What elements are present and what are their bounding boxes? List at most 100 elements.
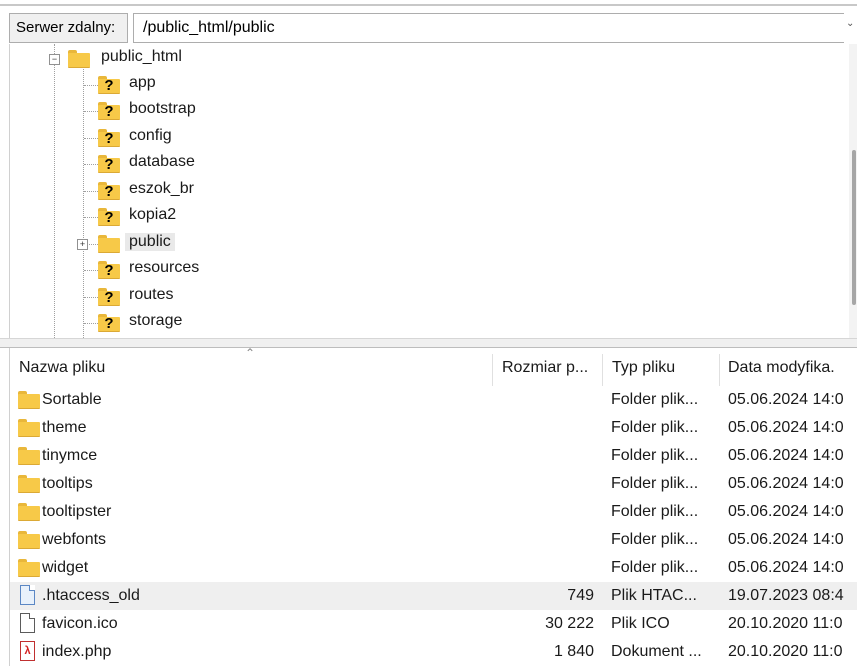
file-type: Folder plik... xyxy=(611,531,699,548)
file-date: 05.06.2024 14:0 xyxy=(728,475,844,492)
unknown-folder-icon: ? xyxy=(98,288,120,306)
file-size: 1 840 xyxy=(553,643,594,660)
file-date: 05.06.2024 14:0 xyxy=(728,503,844,520)
tree-item-database[interactable]: ? database xyxy=(10,151,610,177)
folder-icon xyxy=(18,475,40,493)
file-type: Dokument ... xyxy=(611,643,702,660)
tree-item-label: storage xyxy=(129,312,183,329)
unknown-folder-icon: ? xyxy=(98,129,120,147)
file-row-webfonts[interactable]: webfonts Folder plik... 05.06.2024 14:0 xyxy=(10,526,857,554)
column-divider[interactable] xyxy=(602,354,603,386)
file-type: Folder plik... xyxy=(611,391,699,408)
remote-directory-tree: − public_html ? app ? bootstrap ? config… xyxy=(9,44,857,338)
tree-item-label: app xyxy=(129,74,156,91)
column-header-type[interactable]: Typ pliku xyxy=(612,354,716,386)
column-header-date[interactable]: Data modyfika. xyxy=(728,354,857,386)
tree-item-public-html[interactable]: − public_html xyxy=(10,46,610,72)
file-name: index.php xyxy=(42,643,112,660)
column-divider[interactable] xyxy=(492,354,493,386)
folder-icon xyxy=(18,559,40,577)
folder-icon xyxy=(18,447,40,465)
tree-item-bootstrap[interactable]: ? bootstrap xyxy=(10,98,610,124)
tree-item-resources[interactable]: ? resources xyxy=(10,257,610,283)
folder-icon xyxy=(18,531,40,549)
file-row-tooltipster[interactable]: tooltipster Folder plik... 05.06.2024 14… xyxy=(10,498,857,526)
file-size xyxy=(490,414,594,442)
tree-item-eszok-br[interactable]: ? eszok_br xyxy=(10,178,610,204)
file-icon xyxy=(20,613,35,633)
scrollbar-thumb[interactable] xyxy=(852,150,856,305)
file-name: favicon.ico xyxy=(42,615,118,632)
tree-scrollbar[interactable] xyxy=(849,44,857,338)
tree-item-routes[interactable]: ? routes xyxy=(10,284,610,310)
column-divider[interactable] xyxy=(719,354,720,386)
unknown-folder-icon: ? xyxy=(98,314,120,332)
expand-icon[interactable]: + xyxy=(77,239,88,250)
file-type: Plik HTAC... xyxy=(611,587,697,604)
chevron-down-icon[interactable]: ⌄ xyxy=(846,18,857,38)
unknown-folder-icon: ? xyxy=(98,261,120,279)
tree-item-label: public xyxy=(125,233,175,251)
tree-item-label: eszok_br xyxy=(129,180,194,197)
file-name: theme xyxy=(42,419,87,436)
folder-icon xyxy=(18,503,40,521)
file-row-theme[interactable]: theme Folder plik... 05.06.2024 14:0 xyxy=(10,414,857,442)
file-size xyxy=(490,442,594,470)
file-row-tooltips[interactable]: tooltips Folder plik... 05.06.2024 14:0 xyxy=(10,470,857,498)
file-size: 749 xyxy=(567,587,594,604)
file-name: tooltips xyxy=(42,475,93,492)
remote-file-list: ⌃ Nazwa pliku Rozmiar p... Typ pliku Dat… xyxy=(9,348,857,666)
unknown-folder-icon: ? xyxy=(98,102,120,120)
file-row-htaccess-old[interactable]: .htaccess_old 749 Plik HTAC... 19.07.202… xyxy=(10,582,857,610)
pdf-file-icon: λ xyxy=(20,641,35,661)
tree-item-config[interactable]: ? config xyxy=(10,125,610,151)
file-row-favicon[interactable]: favicon.ico 30 222 Plik ICO 20.10.2020 1… xyxy=(10,610,857,638)
file-type: Folder plik... xyxy=(611,475,699,492)
tree-item-public[interactable]: + public xyxy=(10,231,610,257)
collapse-icon[interactable]: − xyxy=(49,54,60,65)
tree-item-label: routes xyxy=(129,286,174,303)
file-date: 05.06.2024 14:0 xyxy=(728,559,844,576)
remote-path-input[interactable]: /public_html/public xyxy=(133,13,844,43)
tree-item-app[interactable]: ? app xyxy=(10,72,610,98)
file-type: Folder plik... xyxy=(611,447,699,464)
tree-item-label: database xyxy=(129,153,195,170)
folder-icon xyxy=(98,235,120,253)
file-size: 30 222 xyxy=(545,615,594,632)
remote-server-label: Serwer zdalny: xyxy=(9,13,128,43)
file-size xyxy=(490,386,594,414)
folder-icon xyxy=(18,391,40,409)
column-header-size[interactable]: Rozmiar p... xyxy=(502,354,602,386)
remote-path-bar: Serwer zdalny: /public_html/public ⌄ xyxy=(0,0,857,44)
column-header-name[interactable]: Nazwa pliku xyxy=(19,354,489,386)
file-date: 05.06.2024 14:0 xyxy=(728,391,844,408)
unknown-folder-icon: ? xyxy=(98,208,120,226)
file-size xyxy=(490,498,594,526)
file-date: 20.10.2020 11:0 xyxy=(728,615,843,632)
file-date: 20.10.2020 11:0 xyxy=(728,643,843,660)
unknown-folder-icon: ? xyxy=(98,182,120,200)
tree-item-label: bootstrap xyxy=(129,100,196,117)
file-row-tinymce[interactable]: tinymce Folder plik... 05.06.2024 14:0 xyxy=(10,442,857,470)
file-name: widget xyxy=(42,559,89,576)
tree-item-label: kopia2 xyxy=(129,206,177,223)
file-row-sortable[interactable]: Sortable Folder plik... 05.06.2024 14:0 xyxy=(10,386,857,414)
tree-item-kopia2[interactable]: ? kopia2 xyxy=(10,204,610,230)
pane-splitter[interactable] xyxy=(0,338,857,348)
file-size xyxy=(490,470,594,498)
file-date: 05.06.2024 14:0 xyxy=(728,447,844,464)
file-type: Folder plik... xyxy=(611,559,699,576)
file-row-widget[interactable]: widget Folder plik... 05.06.2024 14:0 xyxy=(10,554,857,582)
file-type: Folder plik... xyxy=(611,419,699,436)
file-type: Plik ICO xyxy=(611,615,670,632)
tree-item-label: resources xyxy=(129,259,200,276)
tree-item-label: public_html xyxy=(101,48,182,65)
file-date: 05.06.2024 14:0 xyxy=(728,531,844,548)
top-divider xyxy=(0,4,857,6)
unknown-folder-icon: ? xyxy=(98,76,120,94)
file-date: 05.06.2024 14:0 xyxy=(728,419,844,436)
tree-item-storage[interactable]: ? storage xyxy=(10,310,610,336)
file-row-index-php[interactable]: λ index.php 1 840 Dokument ... 20.10.202… xyxy=(10,638,857,666)
file-size xyxy=(490,526,594,554)
file-name: .htaccess_old xyxy=(42,587,140,604)
